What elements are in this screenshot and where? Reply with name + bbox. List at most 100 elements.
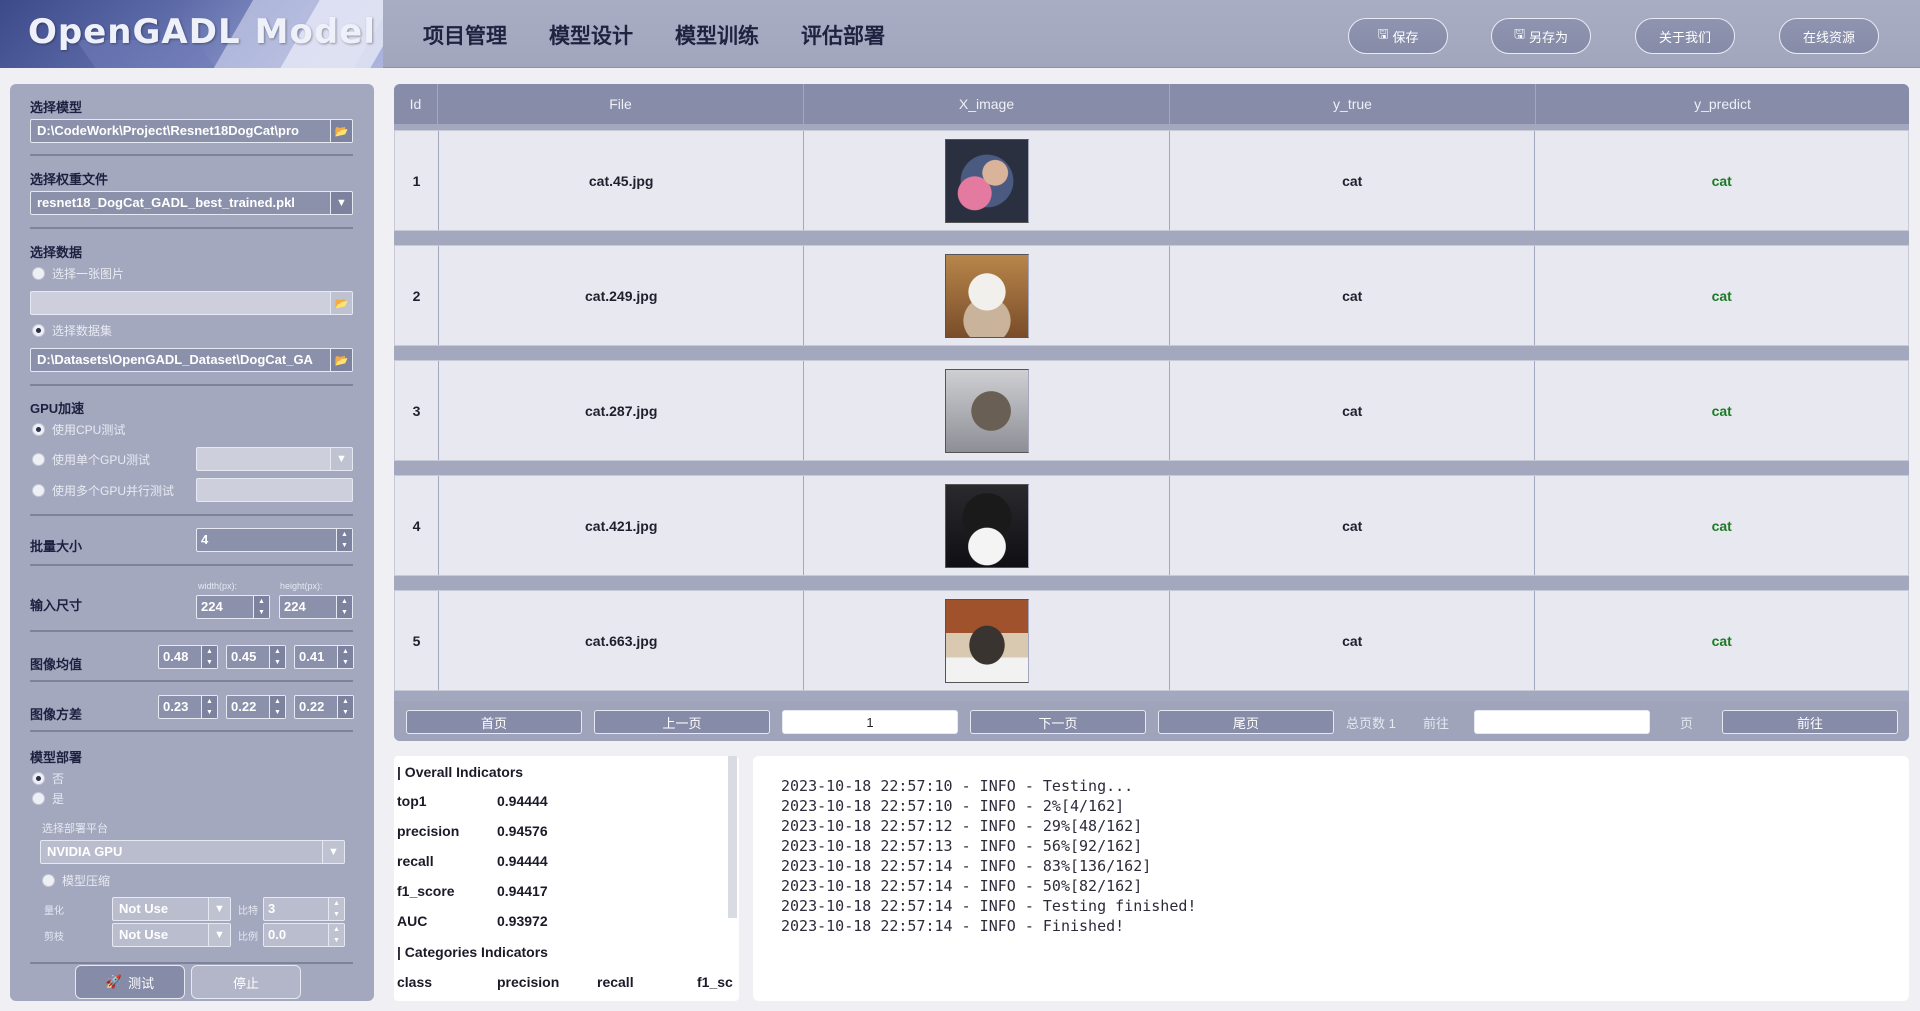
arrow-down-icon[interactable]: ▼ (270, 657, 285, 668)
arrow-up-icon[interactable]: ▲ (270, 696, 285, 707)
floppy-icon: 🖫 (1513, 26, 1526, 41)
radio-compress[interactable]: 模型压缩 (42, 872, 110, 889)
col-y-predict[interactable]: y_predict (1536, 84, 1909, 124)
quant-ratio-input[interactable]: 3 ▲ ▼ (263, 897, 345, 921)
width-input[interactable]: 224 ▲ ▼ (196, 595, 270, 619)
goto-page-input[interactable] (1474, 710, 1650, 734)
col-x-image[interactable]: X_image (804, 84, 1170, 124)
arrow-up-icon[interactable]: ▲ (337, 596, 352, 607)
arrow-down-icon[interactable]: ▼ (329, 935, 344, 946)
arrow-up-icon[interactable]: ▲ (337, 529, 352, 540)
folder-icon[interactable]: 📂 (330, 292, 352, 314)
height-input[interactable]: 224 ▲ ▼ (279, 595, 353, 619)
col-y-true[interactable]: y_true (1170, 84, 1536, 124)
arrow-down-icon[interactable]: ▼ (270, 707, 285, 718)
arrow-down-icon[interactable]: ▼ (337, 540, 352, 551)
log-console: 2023-10-18 22:57:10 - INFO - Testing... … (753, 756, 1909, 1001)
logo-secondary: Model (254, 12, 376, 52)
nav-model-training[interactable]: 模型训练 (675, 20, 759, 50)
chevron-down-icon[interactable]: ▼ (208, 924, 230, 946)
first-page-button[interactable]: 首页 (406, 710, 582, 734)
radio-dataset[interactable]: 选择数据集 (32, 322, 112, 339)
test-button[interactable]: 🚀 测试 (75, 965, 185, 999)
radio-use-cpu[interactable]: 使用CPU测试 (32, 421, 125, 438)
prune-ratio-input[interactable]: 0.0 ▲ ▼ (263, 923, 345, 947)
folder-icon[interactable]: 📂 (330, 349, 352, 371)
goto-button[interactable]: 前往 (1722, 710, 1898, 734)
folder-icon[interactable]: 📂 (330, 120, 352, 142)
gpu-title: GPU加速 (30, 401, 85, 416)
rocket-icon: 🚀 (105, 974, 123, 989)
image-path-field[interactable]: 📂 (30, 291, 353, 315)
col-id[interactable]: Id (394, 84, 438, 124)
arrow-up-icon[interactable]: ▲ (254, 596, 269, 607)
nav-model-design[interactable]: 模型设计 (549, 20, 633, 50)
select-data-title: 选择数据 (30, 245, 83, 260)
arrow-down-icon[interactable]: ▼ (202, 657, 217, 668)
quant-ratio-value: 3 (268, 901, 276, 916)
radio-deploy-yes-label: 是 (52, 792, 65, 806)
arrow-down-icon[interactable]: ▼ (338, 707, 353, 718)
multi-gpu-field[interactable] (196, 478, 353, 502)
arrow-up-icon[interactable]: ▲ (329, 924, 344, 935)
app-logo: OpenGADL Model (0, 0, 383, 68)
save-button-label: 保存 (1392, 29, 1419, 45)
arrow-up-icon[interactable]: ▲ (338, 696, 353, 707)
arrow-up-icon[interactable]: ▲ (338, 646, 353, 657)
page-unit-label: 页 (1680, 716, 1694, 731)
mean-input-2[interactable]: 0.45 ▲ ▼ (226, 645, 286, 669)
table-row[interactable]: 2 cat.249.jpg cat cat (394, 245, 1909, 346)
cell-y-predict: cat (1711, 287, 1732, 304)
chevron-down-icon[interactable]: ▼ (322, 841, 344, 863)
main-nav: 项目管理 模型设计 模型训练 评估部署 (423, 20, 885, 50)
radio-single-image[interactable]: 选择一张图片 (32, 265, 124, 282)
arrow-up-icon[interactable]: ▲ (202, 646, 217, 657)
nav-evaluate-deploy[interactable]: 评估部署 (801, 20, 885, 50)
goto-label: 前往 (1423, 716, 1450, 731)
arrow-down-icon[interactable]: ▼ (202, 707, 217, 718)
about-button[interactable]: 关于我们 (1635, 18, 1735, 54)
arrow-down-icon[interactable]: ▼ (338, 657, 353, 668)
arrow-down-icon[interactable]: ▼ (329, 909, 344, 920)
chevron-down-icon[interactable]: ▼ (208, 898, 230, 920)
radio-deploy-yes[interactable]: 是 (32, 790, 64, 807)
arrow-up-icon[interactable]: ▲ (270, 646, 285, 657)
arrow-up-icon[interactable]: ▲ (202, 696, 217, 707)
table-row[interactable]: 5 cat.663.jpg cat cat (394, 590, 1909, 691)
nav-project-management[interactable]: 项目管理 (423, 20, 507, 50)
std-input-2[interactable]: 0.22 ▲ ▼ (226, 695, 286, 719)
radio-single-gpu[interactable]: 使用单个GPU测试 (32, 451, 150, 468)
col-file[interactable]: File (438, 84, 804, 124)
platform-select[interactable]: NVIDIA GPU ▼ (40, 840, 345, 864)
table-row[interactable]: 3 cat.287.jpg cat cat (394, 360, 1909, 461)
save-button[interactable]: 🖫 保存 (1348, 18, 1448, 54)
radio-deploy-no[interactable]: 否 (32, 770, 64, 787)
table-row[interactable]: 4 cat.421.jpg cat cat (394, 475, 1909, 576)
online-resources-button[interactable]: 在线资源 (1779, 18, 1879, 54)
weight-file-select[interactable]: resnet18_DogCat_GADL_best_trained.pkl ▼ (30, 191, 353, 215)
model-path-field[interactable]: D:\CodeWork\Project\Resnet18DogCat\pro 📂 (30, 119, 353, 143)
metrics-scrollbar[interactable] (728, 756, 737, 918)
single-gpu-select[interactable]: ▼ (196, 447, 353, 471)
prune-select[interactable]: Not Use ▼ (112, 923, 231, 947)
mean-input-1[interactable]: 0.48 ▲ ▼ (158, 645, 218, 669)
log-line: 2023-10-18 22:57:12 - INFO - 29%[48/162] (781, 817, 1143, 835)
arrow-down-icon[interactable]: ▼ (254, 607, 269, 618)
quant-select[interactable]: Not Use ▼ (112, 897, 231, 921)
std-input-1[interactable]: 0.23 ▲ ▼ (158, 695, 218, 719)
stop-button[interactable]: 停止 (191, 965, 301, 999)
arrow-down-icon[interactable]: ▼ (337, 607, 352, 618)
chevron-down-icon[interactable]: ▼ (330, 448, 352, 470)
dataset-path-field[interactable]: D:\Datasets\OpenGADL_Dataset\DogCat_GA 📂 (30, 348, 353, 372)
last-page-button[interactable]: 尾页 (1158, 710, 1334, 734)
mean-input-3[interactable]: 0.41 ▲ ▼ (294, 645, 354, 669)
batch-size-input[interactable]: 4 ▲ ▼ (196, 528, 353, 552)
chevron-down-icon[interactable]: ▼ (330, 192, 352, 214)
prev-page-button[interactable]: 上一页 (594, 710, 770, 734)
std-input-3[interactable]: 0.22 ▲ ▼ (294, 695, 354, 719)
next-page-button[interactable]: 下一页 (970, 710, 1146, 734)
save-as-button[interactable]: 🖫 另存为 (1491, 18, 1591, 54)
table-row[interactable]: 1 cat.45.jpg cat cat (394, 130, 1909, 231)
arrow-up-icon[interactable]: ▲ (329, 898, 344, 909)
radio-multi-gpu[interactable]: 使用多个GPU并行测试 (32, 482, 174, 499)
